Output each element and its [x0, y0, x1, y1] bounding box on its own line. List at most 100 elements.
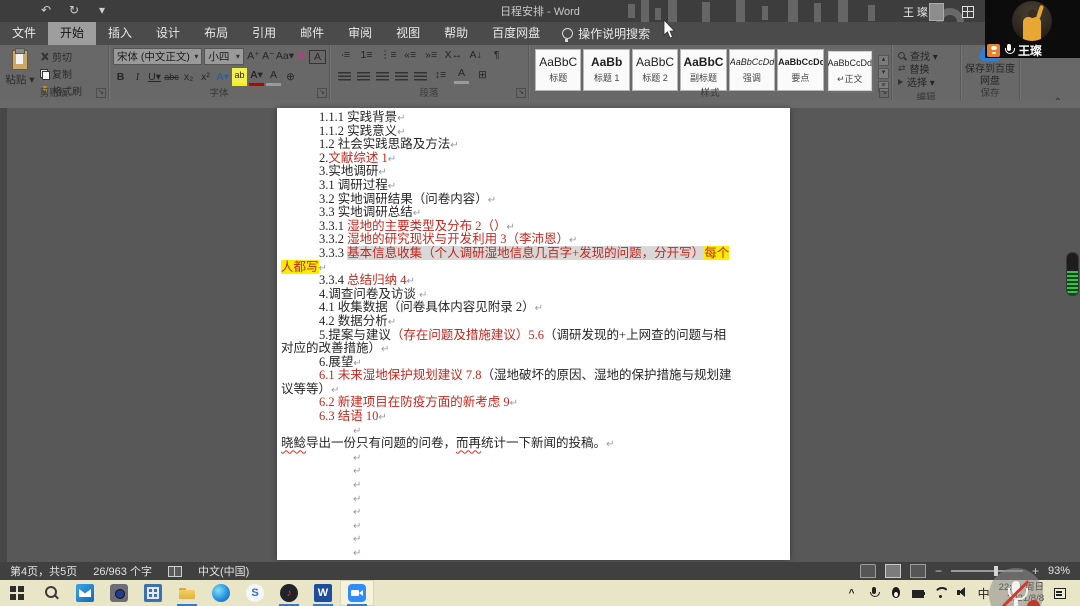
tab-布局[interactable]: 布局 [192, 22, 240, 45]
document-line[interactable]: 6.2 新建项目在防疫方面的新考虑 9↵ [319, 396, 751, 410]
document-line[interactable]: ↵ [353, 464, 751, 478]
font-dialog-launcher[interactable]: ↘ [317, 88, 327, 98]
meeting-overlay-thumbnail[interactable] [929, 3, 944, 21]
align-center-button[interactable] [357, 71, 370, 82]
char-shading-button[interactable]: A [266, 68, 281, 86]
styles-up-icon[interactable]: ▴ [878, 55, 889, 66]
hidden-icons-chevron[interactable]: ^ [845, 585, 859, 601]
word-count[interactable]: 26/963 个字 [93, 563, 152, 579]
print-layout-icon[interactable] [885, 564, 901, 578]
document-line[interactable]: 2.文献综述 1↵ [319, 152, 751, 166]
camera-icon[interactable] [102, 580, 136, 606]
strikethrough-button[interactable]: abc [164, 70, 179, 85]
tab-开始[interactable]: 开始 [48, 22, 96, 45]
change-case-button[interactable]: Aa▾ [276, 49, 294, 64]
tab-帮助[interactable]: 帮助 [432, 22, 480, 45]
file-explorer-icon[interactable] [170, 580, 204, 606]
tell-me-search[interactable]: 操作说明搜索 [552, 22, 660, 45]
sort-button[interactable]: A↓ [468, 48, 483, 63]
underline-button[interactable]: U▾ [147, 70, 162, 85]
document-line[interactable]: 对应的改善措施）↵ [281, 342, 751, 356]
decrease-indent-button[interactable]: «≡ [403, 48, 418, 63]
document-line[interactable]: 3.3.2 湿地的研究现状与开发利用 3（李沛恩）↵ [319, 233, 751, 247]
volume-icon[interactable] [955, 585, 969, 601]
word-icon[interactable]: W [306, 580, 340, 606]
align-left-button[interactable] [338, 71, 351, 82]
start-button[interactable] [0, 580, 34, 606]
phonetic-guide-button[interactable]: 变 [294, 49, 309, 64]
borders-button[interactable]: ⊞ [475, 68, 490, 83]
tab-插入[interactable]: 插入 [96, 22, 144, 45]
document-line[interactable]: ↵ [353, 478, 751, 492]
page-indicator[interactable]: 第4页，共5页 [10, 563, 77, 579]
document-line[interactable]: 人都写↵ [281, 261, 751, 275]
document-line[interactable]: ↵ [353, 532, 751, 546]
webcam-overlay[interactable]: 王璨 [985, 0, 1080, 58]
italic-button[interactable]: I [130, 70, 145, 85]
tab-设计[interactable]: 设计 [144, 22, 192, 45]
tab-视图[interactable]: 视图 [384, 22, 432, 45]
document-line[interactable]: 5.提案与建议（存在问题及措施建议）5.6（调研发现的+上网查的问题与相 [319, 329, 751, 343]
document-line[interactable]: 6.3 结语 10↵ [319, 410, 751, 424]
text-effects-button[interactable]: A▾ [215, 70, 230, 85]
web-layout-icon[interactable] [910, 564, 926, 578]
meeting-icon[interactable] [340, 580, 374, 606]
document-line[interactable]: 4.2 数据分析↵ [319, 315, 751, 329]
mic-tray-icon[interactable] [867, 585, 881, 601]
document-line[interactable]: 1.2 社会实践思路及方法↵ [319, 138, 751, 152]
edge-icon[interactable] [204, 580, 238, 606]
shrink-font-button[interactable]: A⁻ [261, 49, 276, 64]
font-color-button[interactable]: A▾ [249, 68, 264, 86]
bullets-button[interactable]: ∙≡ [338, 48, 353, 63]
character-border-button[interactable]: A [309, 50, 326, 64]
qq-icon[interactable] [889, 585, 903, 601]
superscript-button[interactable]: x² [198, 70, 213, 85]
bold-button[interactable]: B [113, 70, 128, 85]
tab-邮件[interactable]: 邮件 [288, 22, 336, 45]
document-line[interactable]: 3.3.3 基本信息收集（个人调研湿地信息几百字+发现的问题，分开写）每个 [319, 247, 751, 261]
zoom-out-icon[interactable]: − [935, 564, 942, 578]
show-marks-button[interactable]: ¶ [489, 48, 504, 63]
styles-dialog-launcher[interactable]: ↘ [879, 88, 889, 98]
paragraph-dialog-launcher[interactable]: ↘ [516, 88, 526, 98]
document-line[interactable]: 3.3.4 总结归纳 4↵ [319, 274, 751, 288]
numbering-button[interactable]: 1≡ [359, 48, 374, 63]
tab-引用[interactable]: 引用 [240, 22, 288, 45]
proofing-icon[interactable] [168, 566, 182, 577]
enclose-char-button[interactable]: ⊕ [283, 70, 298, 85]
document-line[interactable]: ↵ [353, 519, 751, 533]
mail-icon[interactable] [68, 580, 102, 606]
document-line[interactable]: 6.1 未来湿地保护规划建议 7.8（湿地破坏的原因、湿地的保护措施与规划建 [319, 369, 751, 383]
multilevel-list-button[interactable]: ⋮≡ [380, 48, 397, 63]
document-line[interactable]: ↵ [353, 492, 751, 506]
font-size-select[interactable]: 小四▾ [204, 48, 243, 65]
subscript-button[interactable]: x₂ [181, 70, 196, 85]
document-line[interactable]: 4.1 收集数据（问卷具体内容见附录 2）↵ [319, 301, 751, 315]
taskbar-search-button[interactable] [34, 580, 68, 606]
zoom-level[interactable]: 93% [1048, 565, 1070, 577]
font-family-select[interactable]: 宋体 (中文正文)▾ [113, 48, 202, 65]
tab-百度网盘[interactable]: 百度网盘 [480, 22, 552, 45]
wifi-icon[interactable] [933, 585, 947, 601]
browser-icon[interactable]: S [238, 580, 272, 606]
document-page[interactable]: 1.1.1 实践背景↵1.1.2 实践意义↵1.2 社会实践思路及方法↵2.文献… [277, 108, 790, 560]
copy-button[interactable]: 复制 [40, 66, 82, 81]
grid-view-icon[interactable] [962, 6, 974, 18]
document-line[interactable]: ↵ [353, 505, 751, 519]
increase-indent-button[interactable]: »≡ [424, 48, 439, 63]
calculator-icon[interactable] [136, 580, 170, 606]
music-icon[interactable]: ♪ [272, 580, 306, 606]
shading-button[interactable]: A [454, 66, 469, 84]
cut-button[interactable]: 剪切 [40, 49, 82, 64]
document-line[interactable]: 1.1.1 实践背景↵ [319, 111, 751, 125]
line-spacing-button[interactable]: ↕≡ [433, 68, 448, 83]
document-line[interactable]: 晓鲶导出一份只有问题的问卷，而再统计一下新闻的投稿。↵ [281, 437, 751, 451]
collapse-ribbon-icon[interactable]: ⌃ [1054, 97, 1062, 108]
tab-审阅[interactable]: 审阅 [336, 22, 384, 45]
grow-font-button[interactable]: A⁺ [246, 49, 261, 64]
read-mode-icon[interactable] [860, 564, 876, 578]
asian-layout-button[interactable]: X↔ [445, 48, 463, 63]
document-line[interactable]: ↵ [353, 546, 751, 560]
justify-button[interactable] [395, 71, 408, 82]
highlight-button[interactable]: ab [232, 68, 247, 86]
